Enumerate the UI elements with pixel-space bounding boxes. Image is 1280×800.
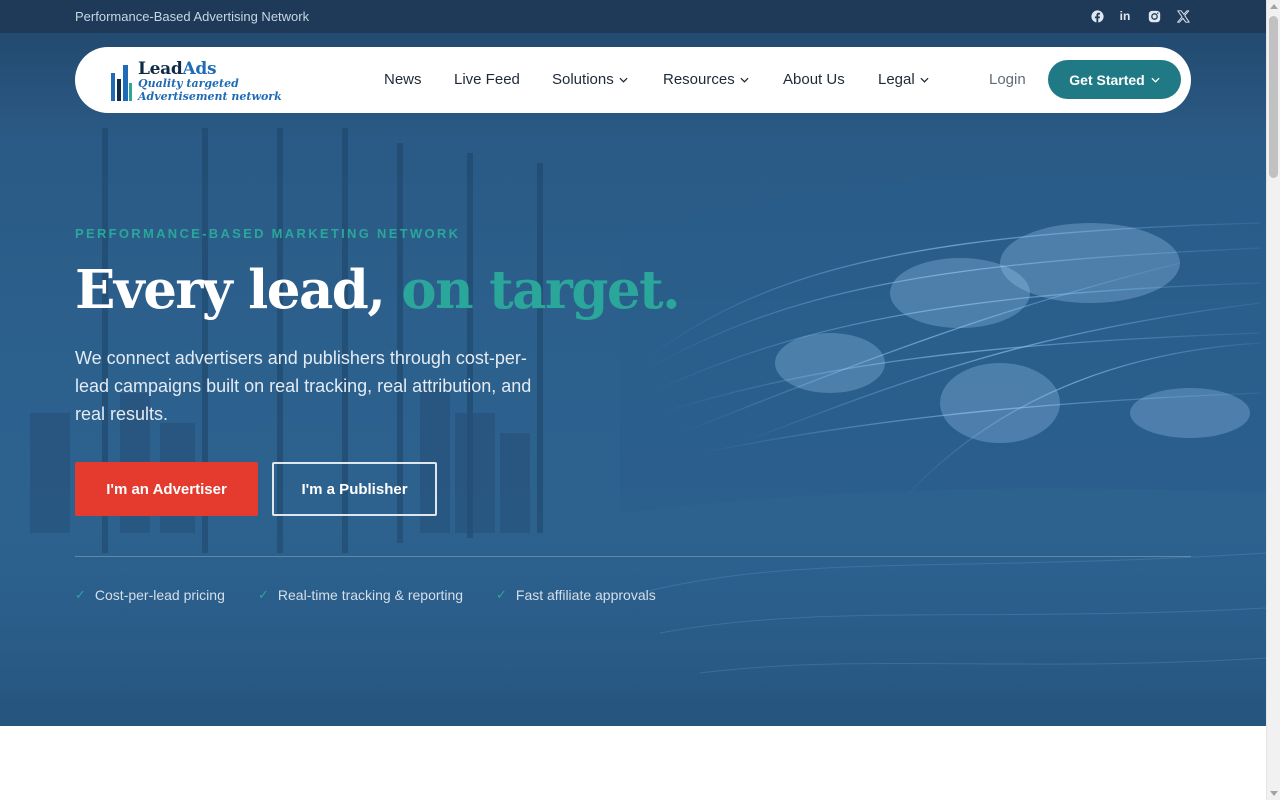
chevron-down-icon	[920, 77, 929, 83]
nav-item-resources[interactable]: Resources	[663, 71, 749, 88]
instagram-icon[interactable]	[1146, 8, 1162, 24]
login-link[interactable]: Login	[989, 71, 1026, 88]
nav-item-solutions[interactable]: Solutions	[552, 71, 628, 88]
publisher-button[interactable]: I'm a Publisher	[272, 462, 437, 516]
hero-section: LeadAds Quality targeted Advertisement ne…	[0, 33, 1266, 726]
hero-headline: Every lead, on target.	[75, 259, 681, 321]
top-bar-tagline: Performance-Based Advertising Network	[75, 9, 310, 24]
facebook-icon[interactable]	[1089, 8, 1105, 24]
page-scrollbar[interactable]	[1266, 0, 1280, 800]
x-twitter-icon[interactable]	[1175, 8, 1191, 24]
scrollbar-thumb[interactable]	[1269, 16, 1278, 178]
check-icon: ✓	[496, 587, 507, 602]
check-icon: ✓	[258, 587, 269, 602]
bar-chart-logo-icon	[111, 65, 132, 101]
check-icon: ✓	[75, 587, 86, 602]
top-bar: Performance-Based Advertising Network in	[0, 0, 1266, 33]
feature-item: ✓ Fast affiliate approvals	[496, 587, 656, 603]
feature-item: ✓ Real-time tracking & reporting	[258, 587, 464, 603]
advertiser-button[interactable]: I'm an Advertiser	[75, 462, 258, 516]
nav-item-live-feed[interactable]: Live Feed	[454, 71, 520, 88]
scroll-up-arrow-icon[interactable]	[1270, 4, 1278, 9]
get-started-button[interactable]: Get Started	[1048, 60, 1181, 99]
linkedin-icon[interactable]: in	[1117, 8, 1133, 24]
scroll-down-arrow-icon[interactable]	[1270, 791, 1278, 796]
chevron-down-icon	[740, 77, 749, 83]
logo-wordmark: LeadAds	[138, 59, 217, 79]
hero-divider	[75, 556, 1191, 557]
chevron-down-icon	[1151, 77, 1160, 83]
hero-eyebrow: PERFORMANCE-BASED MARKETING NETWORK	[75, 226, 461, 241]
nav-item-legal[interactable]: Legal	[878, 71, 929, 88]
hero-subcopy: We connect advertisers and publishers th…	[75, 348, 532, 424]
nav-item-news[interactable]: News	[384, 71, 422, 88]
feature-item: ✓ Cost-per-lead pricing	[75, 587, 225, 603]
chevron-down-icon	[619, 77, 628, 83]
main-nav: LeadAds Quality targeted Advertisement ne…	[75, 47, 1191, 113]
logo-tagline: Quality targeted Advertisement network	[138, 77, 282, 103]
leadads-logo[interactable]: LeadAds Quality targeted Advertisement ne…	[110, 57, 290, 103]
nav-item-about-us[interactable]: About Us	[783, 71, 845, 88]
